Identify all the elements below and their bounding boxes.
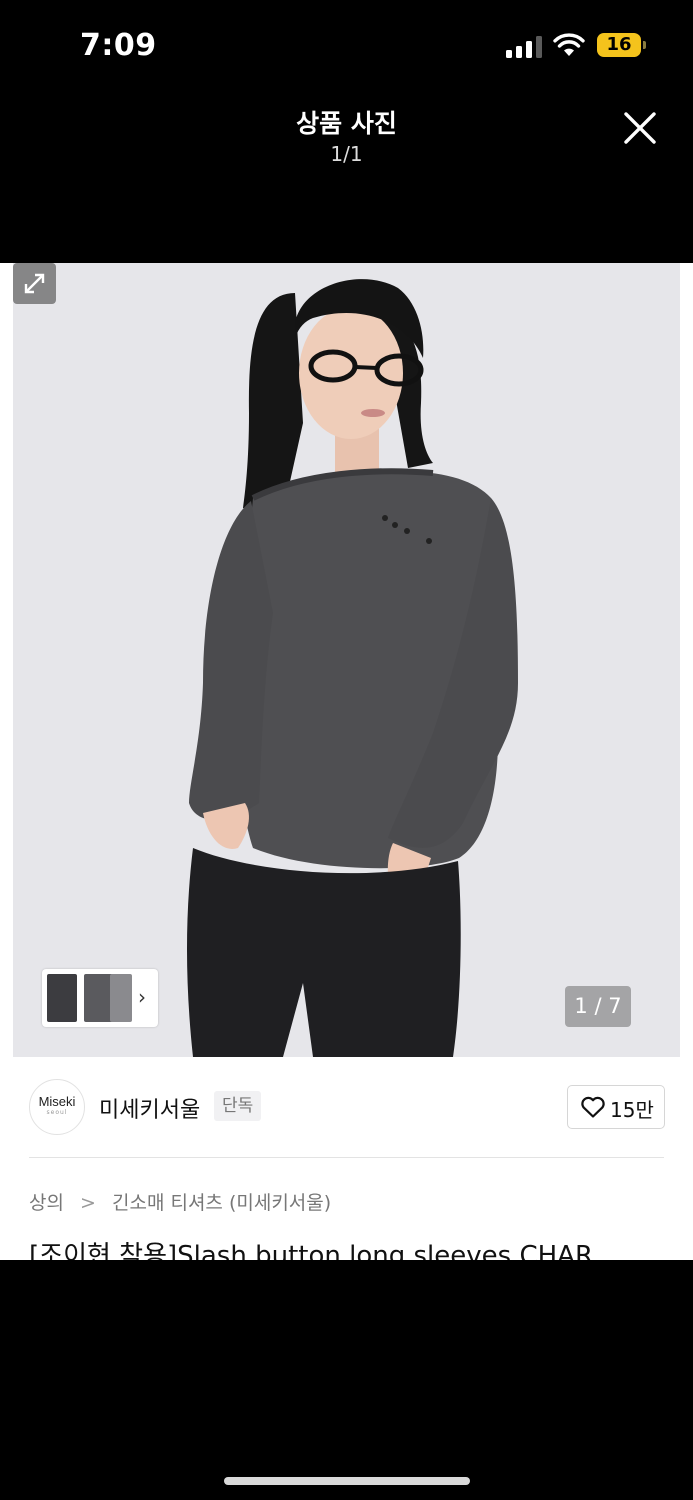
brand-name[interactable]: 미세키서울 xyxy=(99,1092,200,1124)
viewer-header: 상품 사진 1/1 xyxy=(0,92,693,262)
brand-logo-text: Miseki xyxy=(38,1094,76,1109)
chevron-right-icon[interactable]: › xyxy=(138,985,146,1009)
expand-icon[interactable] xyxy=(13,263,56,304)
brand-logo[interactable]: Miseki seoul xyxy=(29,1079,85,1135)
breadcrumb-item-top[interactable]: 상의 xyxy=(29,1192,64,1214)
thumbnail-strip[interactable]: › xyxy=(42,969,158,1027)
status-bar: 7:09 16 xyxy=(0,0,693,92)
viewer-title: 상품 사진 xyxy=(296,109,397,138)
battery-level: 16 xyxy=(606,34,632,55)
page-indicator: 1 / 7 xyxy=(565,986,631,1027)
heart-outline-icon xyxy=(581,1096,605,1118)
brand-row: Miseki seoul 미세키서울 단독 15만 xyxy=(0,1057,693,1157)
breadcrumb-item-long-sleeve[interactable]: 긴소매 티셔츠 (미세키서울) xyxy=(112,1192,331,1214)
product-photo[interactable]: › 1 / 7 xyxy=(13,263,680,1057)
product-photo-viewer: 7:09 16 상품 사진 1/1 › 1 / 7 Miseki seoul 미… xyxy=(0,0,693,1500)
home-indicator[interactable] xyxy=(224,1477,470,1485)
thumbnail-3[interactable] xyxy=(110,974,132,1022)
brand-logo-subtext: seoul xyxy=(46,1109,68,1116)
thumbnail-1[interactable] xyxy=(47,974,77,1022)
product-title: [조이현 착용]Slash button long sleeves CHAR xyxy=(29,1241,594,1260)
divider xyxy=(29,1157,664,1158)
product-detail-preview: › 1 / 7 Miseki seoul 미세키서울 단독 15만 상의 > 긴… xyxy=(0,263,693,1260)
battery-cap xyxy=(643,41,646,49)
chevron-right-icon: > xyxy=(80,1192,96,1214)
cellular-signal-icon xyxy=(506,34,542,58)
breadcrumb: 상의 > 긴소매 티셔츠 (미세키서울) xyxy=(29,1188,341,1215)
status-time: 7:09 xyxy=(80,28,157,63)
wifi-icon xyxy=(553,33,585,56)
viewer-counter: 1/1 xyxy=(330,142,363,166)
exclusive-badge: 단독 xyxy=(214,1091,262,1121)
like-button[interactable]: 15만 xyxy=(567,1085,665,1129)
close-icon[interactable] xyxy=(620,108,660,148)
like-count: 15만 xyxy=(610,1098,654,1122)
battery-charging-icon: 16 xyxy=(597,33,641,57)
